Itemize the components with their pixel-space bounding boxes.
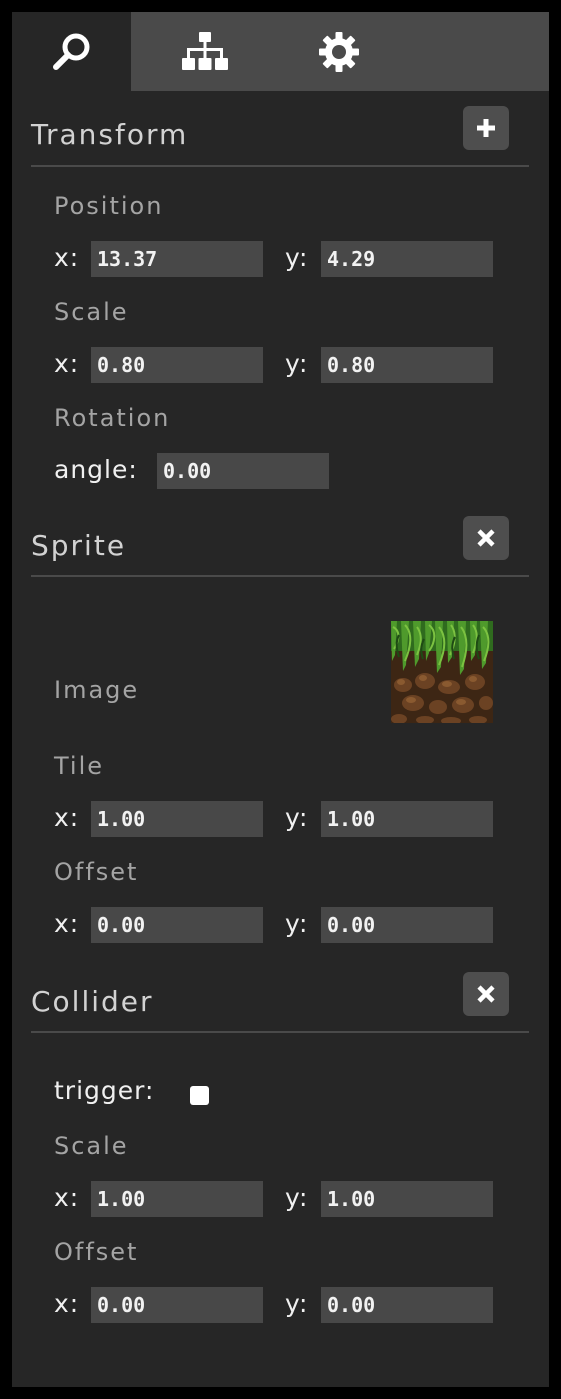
scale-y-label: y: (285, 349, 309, 378)
collider-offset-x-label: x: (54, 1289, 80, 1318)
plus-icon (477, 119, 495, 137)
collider-scale-y-input[interactable]: 1.00 (321, 1181, 493, 1217)
tile-label: Tile (54, 752, 105, 780)
section-title-sprite: Sprite (31, 529, 127, 562)
tile-x-label: x: (54, 803, 80, 832)
add-component-button[interactable] (463, 106, 509, 150)
rotation-angle-label: angle: (54, 455, 138, 484)
section-title-collider: Collider (31, 985, 154, 1018)
position-x-label: x: (54, 243, 80, 272)
image-label: Image (54, 676, 140, 704)
scale-x-input[interactable]: 0.80 (91, 347, 263, 383)
tab-hierarchy[interactable] (163, 12, 247, 91)
scale-x-label: x: (54, 349, 80, 378)
collider-scale-y-label: y: (285, 1183, 309, 1212)
offset-label: Offset (54, 858, 139, 886)
position-y-label: y: (285, 243, 309, 272)
sprite-image-thumbnail[interactable] (391, 621, 493, 725)
rotation-label: Rotation (54, 404, 171, 432)
inspector-panel: Transform Position x: 13.37 y: 4.29 Scal… (12, 12, 549, 1387)
remove-collider-button[interactable] (463, 972, 509, 1016)
scale-y-input[interactable]: 0.80 (321, 347, 493, 383)
position-y-input[interactable]: 4.29 (321, 241, 493, 277)
scale-label: Scale (54, 298, 129, 326)
gear-icon (319, 31, 359, 72)
remove-sprite-button[interactable] (463, 516, 509, 560)
collider-offset-y-label: y: (285, 1289, 309, 1318)
section-divider (31, 165, 529, 167)
offset-y-label: y: (285, 909, 309, 938)
rotation-angle-input[interactable]: 0.00 (157, 453, 329, 489)
close-icon (477, 985, 495, 1003)
section-divider (31, 1031, 529, 1033)
offset-y-input[interactable]: 0.00 (321, 907, 493, 943)
trigger-label: trigger: (54, 1076, 155, 1105)
section-divider (31, 575, 529, 577)
position-label: Position (54, 192, 164, 220)
tab-inspector[interactable] (12, 12, 131, 91)
collider-offset-x-input[interactable]: 0.00 (91, 1287, 263, 1323)
offset-x-input[interactable]: 0.00 (91, 907, 263, 943)
collider-scale-label: Scale (54, 1132, 129, 1160)
close-icon (477, 529, 495, 547)
hierarchy-icon (182, 31, 228, 70)
section-title-transform: Transform (31, 118, 189, 151)
tile-y-label: y: (285, 803, 309, 832)
tab-bar (12, 12, 549, 91)
tile-y-input[interactable]: 1.00 (321, 801, 493, 837)
collider-offset-label: Offset (54, 1238, 139, 1266)
collider-scale-x-label: x: (54, 1183, 80, 1212)
tile-x-input[interactable]: 1.00 (91, 801, 263, 837)
offset-x-label: x: (54, 909, 80, 938)
trigger-checkbox[interactable] (190, 1086, 209, 1105)
collider-scale-x-input[interactable]: 1.00 (91, 1181, 263, 1217)
tab-settings[interactable] (300, 12, 378, 91)
grass-dirt-tile-thumbnail (391, 621, 493, 725)
collider-offset-y-input[interactable]: 0.00 (321, 1287, 493, 1323)
position-x-input[interactable]: 13.37 (91, 241, 263, 277)
search-icon (52, 33, 89, 70)
